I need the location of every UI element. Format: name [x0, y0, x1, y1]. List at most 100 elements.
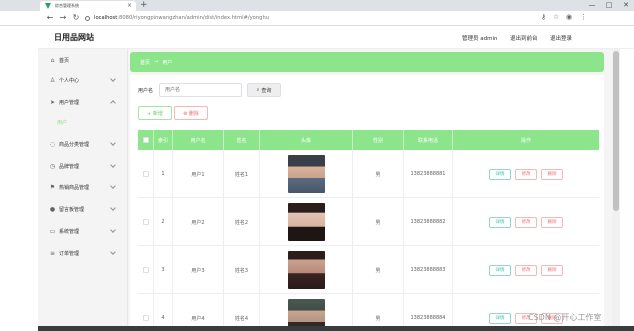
chevron-down-icon [110, 227, 116, 233]
sidebar-item-label: 订单管理 [59, 250, 80, 257]
cell-phone: 13823888883 [404, 246, 453, 294]
admin-label: 管理员 admin [462, 36, 498, 42]
row-checkbox[interactable] [138, 198, 154, 246]
maximize-icon[interactable]: □ [601, 0, 617, 10]
sidebar-item-label: 系统管理 [59, 228, 80, 235]
list-icon: ≡ [49, 249, 56, 257]
avatar [287, 155, 325, 193]
edit-button[interactable]: 修改 [515, 216, 537, 228]
search-button[interactable]: ⌕ 查询 [247, 83, 281, 97]
cell-index: 1 [154, 150, 173, 198]
row-checkbox[interactable] [138, 150, 154, 198]
sidebar-item-system[interactable]: ▭ 系统管理 [38, 220, 127, 242]
key-icon[interactable]: ⚷ [541, 13, 546, 21]
home-icon: ⌂ [50, 56, 55, 64]
cell-avatar [260, 150, 353, 198]
sidebar-item-home[interactable]: ⌂ 首页 [38, 49, 127, 71]
url-host: localhost [94, 15, 118, 21]
sidebar-item-users[interactable]: ➤ 用户管理 [38, 91, 127, 113]
delete-button[interactable]: 删除 [541, 168, 563, 180]
cell-actions: 详情 修改 删除 [453, 198, 599, 246]
cell-index: 3 [154, 246, 173, 294]
chevron-up-icon [110, 100, 116, 106]
minimize-icon[interactable]: — [584, 0, 600, 10]
sidebar-item-category[interactable]: ◌ 商品分类管理 [38, 133, 127, 155]
tab-title: 综合管理系统 [55, 3, 79, 8]
sidebar-subitem-user[interactable]: 用户 [38, 112, 127, 132]
breadcrumb-home[interactable]: 首页 [140, 59, 150, 66]
search-input[interactable] [159, 83, 242, 97]
table-row: 2 用户2 姓名2 男 13823888882 详情 修改 删除 [138, 198, 599, 246]
delete-button[interactable]: 删除 [541, 216, 563, 228]
pin-icon: ● [49, 205, 56, 213]
sidebar-item-brand[interactable]: ◷ 品牌管理 [38, 155, 127, 177]
menu-dots-icon[interactable]: ⋮ [580, 13, 587, 21]
col-gender: 性别 [353, 130, 404, 150]
detail-button[interactable]: 详情 [489, 312, 511, 324]
detail-button[interactable]: 详情 [489, 216, 511, 228]
account-icon[interactable]: ◉ [566, 13, 572, 21]
sidebar-item-messages[interactable]: ● 留言板管理 [38, 198, 127, 220]
breadcrumb-current: 用户 [162, 59, 173, 66]
cell-name: 姓名2 [224, 198, 260, 246]
sidebar-item-orders[interactable]: ≡ 订单管理 [38, 242, 127, 264]
flag-icon: ⚑ [49, 183, 56, 191]
sidebar-item-profile[interactable]: ♙ 个人中心 [38, 69, 127, 91]
checkbox-icon [142, 171, 149, 177]
search-icon: ⌕ [256, 87, 260, 93]
cell-username: 用户3 [173, 246, 224, 294]
detail-button[interactable]: 详情 [489, 168, 511, 180]
detail-button[interactable]: 详情 [489, 264, 511, 276]
chevron-down-icon [110, 140, 116, 146]
address-bar: ← → ↻ localhost :8080/riyongpinwangzhan/… [0, 11, 634, 26]
sidebar-item-label: 品牌管理 [59, 163, 80, 170]
new-tab-icon[interactable]: + [140, 0, 148, 10]
window-close-icon[interactable]: ✕ [618, 0, 634, 10]
checkbox-icon [142, 315, 149, 321]
cell-username: 用户2 [173, 198, 224, 246]
col-phone: 联系电话 [404, 130, 453, 150]
sidebar-item-label: 用户管理 [59, 99, 80, 106]
delete-button[interactable]: 删除 [541, 264, 563, 276]
logout-link[interactable]: 退出登录 [550, 34, 572, 42]
url-field[interactable]: localhost :8080/riyongpinwangzhan/admin/… [85, 13, 269, 23]
chat-icon: ◌ [49, 140, 56, 148]
search-label: 用户名 [138, 88, 154, 94]
col-index: 索引 [154, 130, 173, 150]
breadcrumb: 首页 → 用户 [130, 52, 604, 72]
edit-button[interactable]: 修改 [515, 168, 537, 180]
sidebar-item-label: 商品分类管理 [59, 141, 90, 148]
chevron-down-icon [110, 76, 116, 82]
chevron-down-icon [110, 249, 116, 255]
tab-close-icon[interactable]: × [127, 2, 132, 9]
cell-gender: 男 [353, 150, 404, 198]
back-to-front-link[interactable]: 退出到前台 [510, 34, 538, 42]
scrollbar-thumb[interactable] [613, 51, 619, 211]
sidebar-item-label: 首页 [59, 57, 70, 64]
browser-tab[interactable]: 综合管理系统 × [40, 1, 136, 11]
checkbox-icon [142, 219, 149, 225]
sidebar-item-hot[interactable]: ⚑ 热销商品管理 [38, 176, 127, 198]
checkbox-icon [142, 267, 149, 273]
info-icon [85, 15, 90, 21]
cell-phone: 13823888881 [404, 150, 453, 198]
browser-tab-bar: 综合管理系统 × + — □ ✕ [0, 0, 634, 11]
folder-icon: ▭ [49, 227, 56, 235]
star-icon[interactable]: ☆ [553, 13, 559, 21]
site-brand: 日用品网站 [54, 33, 94, 42]
sidebar-item-label: 个人中心 [59, 77, 80, 84]
forward-icon[interactable]: → [58, 13, 68, 22]
bulk-delete-button[interactable]: ⊗ 删除 [174, 106, 208, 120]
add-button[interactable]: + 新增 [138, 106, 172, 120]
chevron-down-icon [110, 162, 116, 168]
edit-button[interactable]: 修改 [515, 264, 537, 276]
reload-icon[interactable]: ↻ [71, 13, 81, 22]
vue-logo-icon [45, 3, 51, 9]
select-all-checkbox[interactable] [138, 130, 154, 150]
chevron-down-icon [110, 183, 116, 189]
row-checkbox[interactable] [138, 246, 154, 294]
table-row: 1 用户1 姓名1 男 13823888881 详情 修改 删除 [138, 150, 599, 198]
chevron-down-icon [110, 205, 116, 211]
back-icon[interactable]: ← [45, 13, 55, 22]
cell-avatar [260, 198, 353, 246]
